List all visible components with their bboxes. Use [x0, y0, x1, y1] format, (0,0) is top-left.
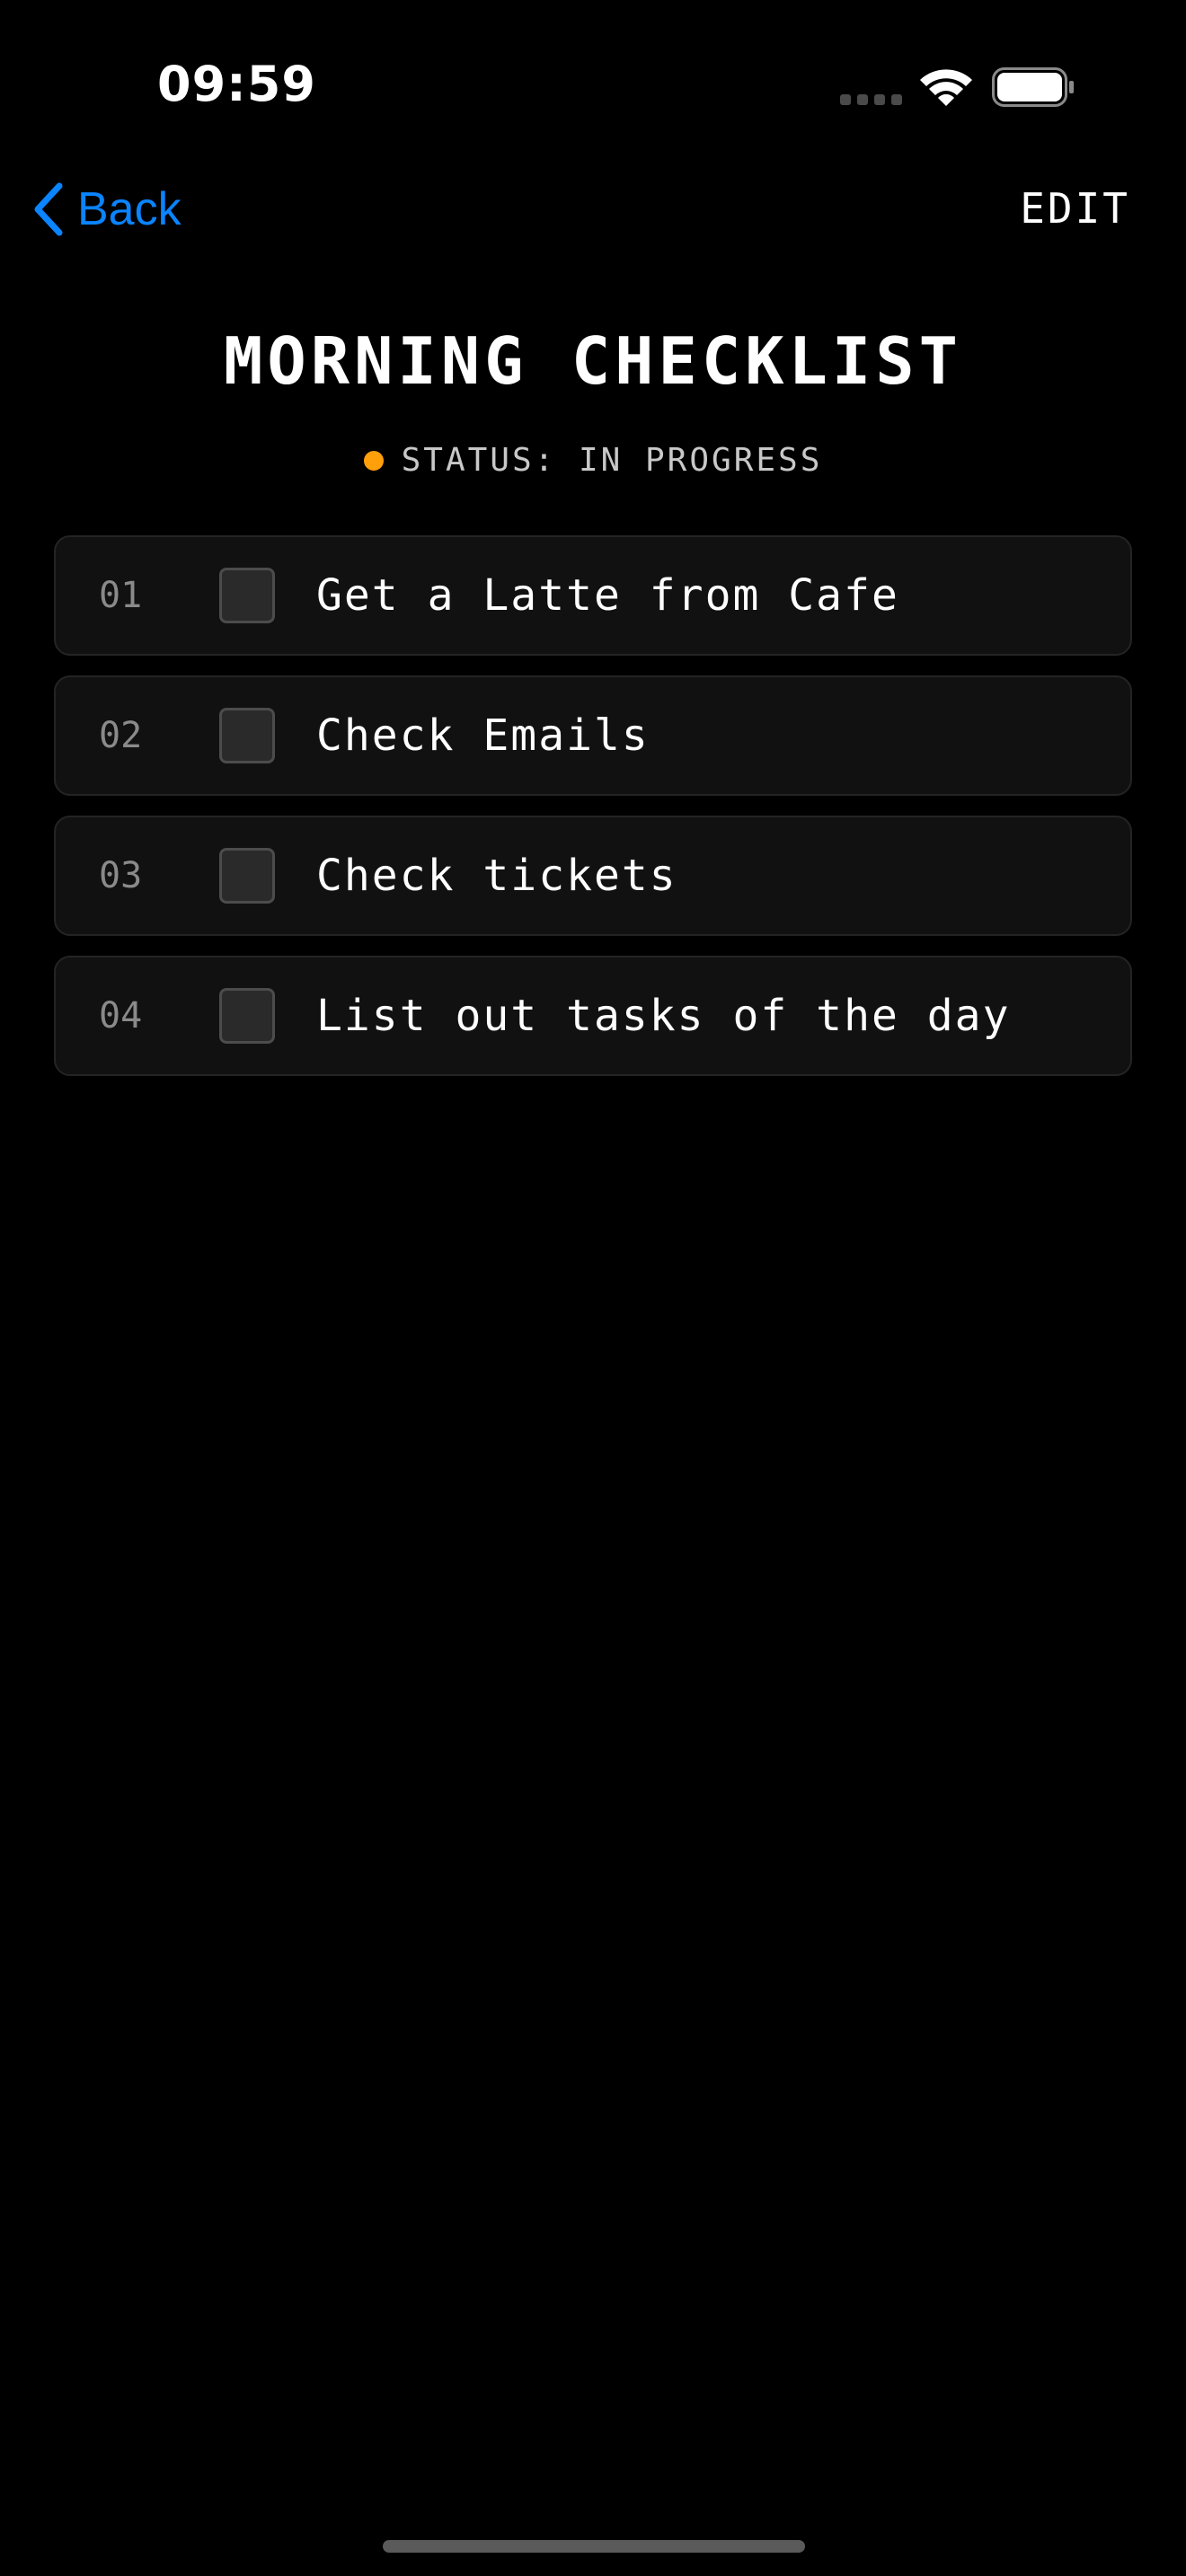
status-indicator: STATUS: IN PROGRESS — [0, 442, 1186, 479]
chevron-left-icon — [34, 182, 63, 236]
item-label: List out tasks of the day — [316, 991, 1011, 1041]
signal-icon — [840, 94, 903, 105]
item-number: 01 — [99, 575, 143, 616]
page-title: MORNING CHECKLIST — [224, 323, 962, 399]
back-button[interactable]: Back — [32, 178, 181, 241]
wifi-icon — [920, 69, 972, 106]
item-number: 03 — [99, 855, 143, 896]
checklist-item[interactable]: 04 List out tasks of the day — [54, 956, 1132, 1076]
item-label: Check tickets — [316, 851, 677, 901]
back-label: Back — [77, 183, 181, 235]
edit-button[interactable]: EDIT — [1020, 184, 1130, 233]
item-label: Check Emails — [316, 710, 650, 761]
status-text: STATUS: IN PROGRESS — [401, 442, 823, 479]
item-number: 02 — [99, 715, 143, 756]
item-number: 04 — [99, 995, 143, 1037]
item-checkbox[interactable] — [219, 568, 275, 623]
checklist-item[interactable]: 02 Check Emails — [54, 675, 1132, 796]
checklist-item[interactable]: 01 Get a Latte from Cafe — [54, 535, 1132, 656]
item-checkbox[interactable] — [219, 988, 275, 1044]
status-dot-icon — [363, 450, 384, 471]
battery-icon — [992, 67, 1074, 107]
checklist: 01 Get a Latte from Cafe 02 Check Emails… — [54, 535, 1132, 1096]
status-bar: 09:59 — [0, 0, 1186, 171]
status-time: 09:59 — [157, 56, 316, 112]
item-checkbox[interactable] — [219, 708, 275, 763]
home-indicator[interactable] — [383, 2540, 805, 2553]
item-checkbox[interactable] — [219, 848, 275, 904]
checklist-item[interactable]: 03 Check tickets — [54, 816, 1132, 936]
item-label: Get a Latte from Cafe — [316, 570, 899, 621]
